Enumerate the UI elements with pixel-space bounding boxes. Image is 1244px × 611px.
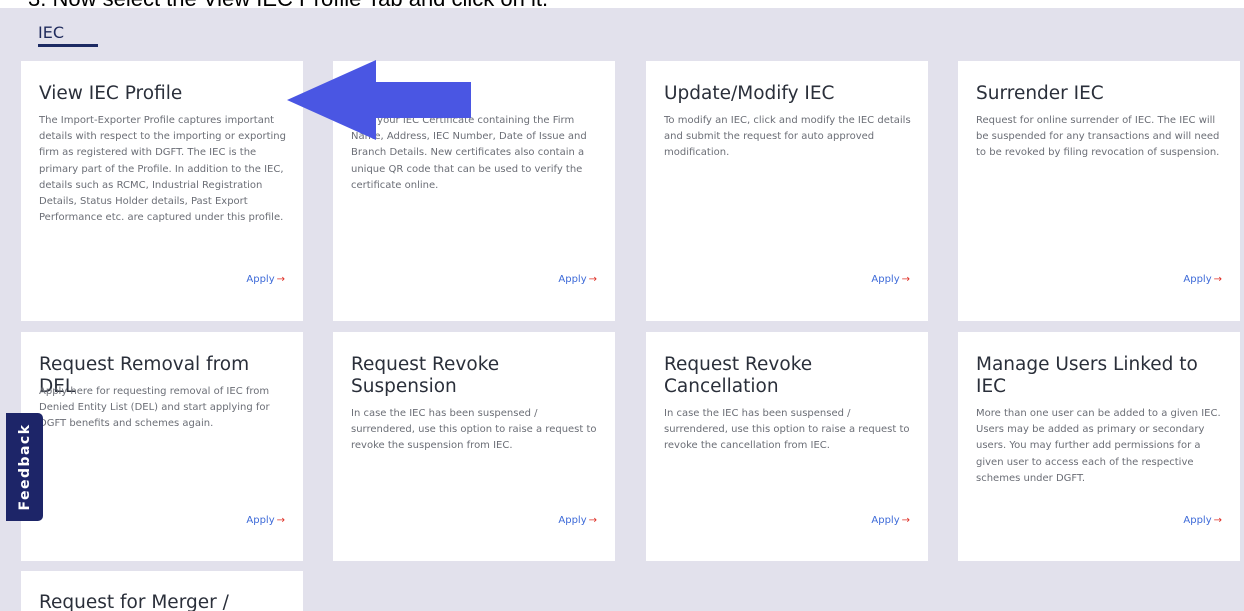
right-arrow-icon: → [588, 515, 597, 526]
card-description: In case the IEC has been suspensed / sur… [351, 408, 597, 452]
right-arrow-icon: → [276, 274, 285, 285]
card-title: Surrender IEC [976, 83, 1104, 104]
right-arrow-icon: → [588, 274, 597, 285]
card-description: Print your IEC Certificate containing th… [351, 115, 587, 191]
card-title: Update/Modify IEC [664, 83, 835, 104]
card-request-removal-from-del[interactable]: Request Removal from DEL Apply here for … [21, 332, 303, 561]
apply-label: Apply [1183, 515, 1212, 526]
apply-label: Apply [871, 274, 900, 285]
card-view-iec-profile[interactable]: View IEC Profile The Import-Exporter Pro… [21, 61, 303, 321]
card-description: In case the IEC has been suspensed / sur… [664, 408, 910, 452]
right-arrow-icon: → [901, 515, 910, 526]
apply-link[interactable]: Apply → [1183, 274, 1222, 285]
section-title-underline [38, 44, 98, 47]
right-arrow-icon: → [901, 274, 910, 285]
right-arrow-icon: → [1213, 274, 1222, 285]
apply-label: Apply [246, 515, 275, 526]
card-surrender-iec[interactable]: Surrender IEC Request for online surrend… [958, 61, 1240, 321]
apply-link[interactable]: Apply → [246, 274, 285, 285]
apply-link[interactable]: Apply → [246, 515, 285, 526]
apply-link[interactable]: Apply → [1183, 515, 1222, 526]
right-arrow-icon: → [276, 515, 285, 526]
card-description: The Import-Exporter Profile captures imp… [39, 115, 286, 224]
apply-label: Apply [246, 274, 275, 285]
card-title: Manage Users Linked to IEC [976, 354, 1198, 397]
apply-link[interactable]: Apply → [558, 274, 597, 285]
card-title: Request for Merger / [39, 592, 229, 611]
card-title: Request Revoke Cancellation [664, 354, 813, 397]
instruction-strip: 3. Now select the View IEC Profile Tab a… [0, 0, 1244, 8]
card-request-for-merger[interactable]: Request for Merger / [21, 571, 303, 611]
card-description: Apply here for requesting removal of IEC… [39, 386, 270, 430]
card-description: Request for online surrender of IEC. The… [976, 115, 1220, 159]
apply-label: Apply [558, 515, 587, 526]
card-print-iec-certificate[interactable]: Print your IEC Certificate containing th… [333, 61, 615, 321]
card-title: View IEC Profile [39, 83, 183, 104]
card-request-revoke-suspension[interactable]: Request Revoke Suspension In case the IE… [333, 332, 615, 561]
apply-label: Apply [558, 274, 587, 285]
section-title: IEC [38, 23, 64, 42]
feedback-label: Feedback [16, 423, 33, 511]
feedback-tab[interactable]: Feedback [6, 413, 43, 521]
apply-link[interactable]: Apply → [558, 515, 597, 526]
right-arrow-icon: → [1213, 515, 1222, 526]
card-title: Request Revoke Suspension [351, 354, 500, 397]
apply-link[interactable]: Apply → [871, 515, 910, 526]
apply-link[interactable]: Apply → [871, 274, 910, 285]
card-description: To modify an IEC, click and modify the I… [664, 115, 911, 159]
instruction-text: 3. Now select the View IEC Profile Tab a… [28, 0, 548, 8]
card-request-revoke-cancellation[interactable]: Request Revoke Cancellation In case the … [646, 332, 928, 561]
apply-label: Apply [1183, 274, 1212, 285]
card-manage-users-linked-to-iec[interactable]: Manage Users Linked to IEC More than one… [958, 332, 1240, 561]
card-update-modify-iec[interactable]: Update/Modify IEC To modify an IEC, clic… [646, 61, 928, 321]
card-description: More than one user can be added to a giv… [976, 408, 1221, 484]
apply-label: Apply [871, 515, 900, 526]
